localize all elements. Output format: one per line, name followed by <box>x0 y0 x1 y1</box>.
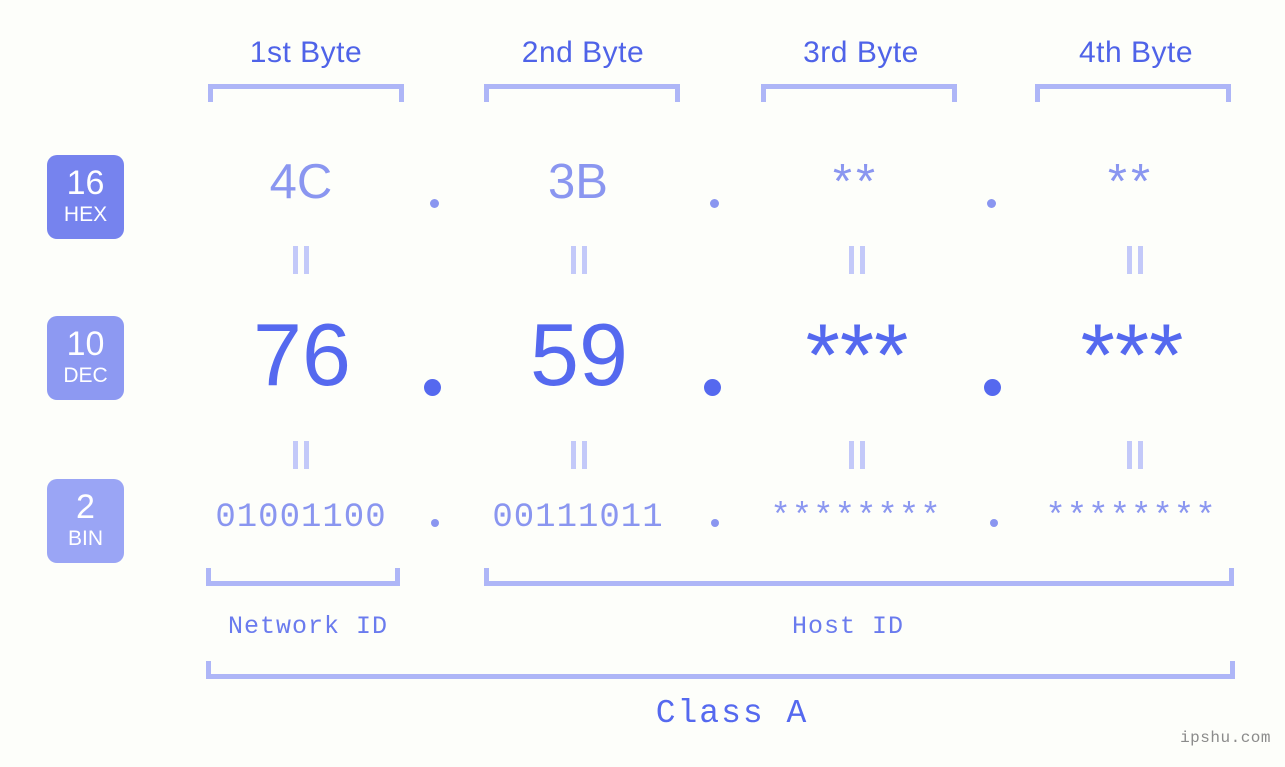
byte-bracket-2 <box>484 84 680 102</box>
dec-separator-dot-2 <box>704 379 721 396</box>
equals-mark-dec-bin-4 <box>1126 441 1144 469</box>
base-badge-dec-unit: DEC <box>63 364 108 387</box>
hex-separator-dot-2 <box>710 199 719 208</box>
dec-separator-dot-3 <box>984 379 1001 396</box>
hex-value-byte-3: ** <box>832 155 880 209</box>
byte-header-3: 3rd Byte <box>803 36 919 69</box>
equals-mark-hex-dec-4 <box>1126 246 1144 274</box>
base-badge-hex-unit: HEX <box>63 203 108 226</box>
dec-value-byte-2: 59 <box>530 305 628 404</box>
equals-mark-dec-bin-2 <box>570 441 588 469</box>
hex-value-byte-2: 3B <box>548 155 608 209</box>
hex-value-byte-1: 4C <box>269 155 333 209</box>
bin-separator-dot-2 <box>711 519 719 527</box>
hex-separator-dot-3 <box>987 199 996 208</box>
class-label: Class A <box>655 695 809 732</box>
byte-bracket-1 <box>208 84 404 102</box>
equals-mark-hex-dec-3 <box>848 246 866 274</box>
bin-value-byte-4: ******** <box>1045 499 1217 537</box>
network-id-bracket <box>206 568 400 586</box>
base-badge-bin-unit: BIN <box>67 527 103 550</box>
bin-separator-dot-1 <box>431 519 439 527</box>
equals-mark-hex-dec-1 <box>292 246 310 274</box>
byte-bracket-4 <box>1035 84 1231 102</box>
equals-mark-dec-bin-3 <box>848 441 866 469</box>
host-id-bracket <box>484 568 1234 586</box>
hex-value-byte-4: ** <box>1107 155 1155 209</box>
bin-value-byte-3: ******** <box>770 499 942 537</box>
bin-separator-dot-3 <box>990 519 998 527</box>
bin-value-byte-1: 01001100 <box>215 499 387 537</box>
bin-value-byte-2: 00111011 <box>492 499 664 537</box>
base-badge-hex: 16 HEX <box>47 155 124 239</box>
dec-value-byte-1: 76 <box>253 305 351 404</box>
dec-value-byte-4: *** <box>1080 305 1184 404</box>
ip-address-breakdown-diagram: 1st Byte 2nd Byte 3rd Byte 4th Byte 16 H… <box>0 0 1285 767</box>
byte-bracket-3 <box>761 84 957 102</box>
base-badge-hex-number: 16 <box>66 164 105 202</box>
host-id-label: Host ID <box>791 612 905 641</box>
base-badge-dec: 10 DEC <box>47 316 124 400</box>
base-badge-dec-number: 10 <box>66 325 105 363</box>
equals-mark-dec-bin-1 <box>292 441 310 469</box>
hex-separator-dot-1 <box>430 199 439 208</box>
equals-mark-hex-dec-2 <box>570 246 588 274</box>
byte-header-4: 4th Byte <box>1078 36 1194 69</box>
base-badge-bin: 2 BIN <box>47 479 124 563</box>
byte-header-2: 2nd Byte <box>521 36 645 69</box>
watermark: ipshu.com <box>1180 729 1271 747</box>
byte-header-1: 1st Byte <box>249 36 363 69</box>
network-id-label: Network ID <box>227 612 389 641</box>
class-bracket <box>206 661 1235 679</box>
dec-separator-dot-1 <box>424 379 441 396</box>
base-badge-bin-number: 2 <box>76 488 95 526</box>
dec-value-byte-3: *** <box>805 305 909 404</box>
